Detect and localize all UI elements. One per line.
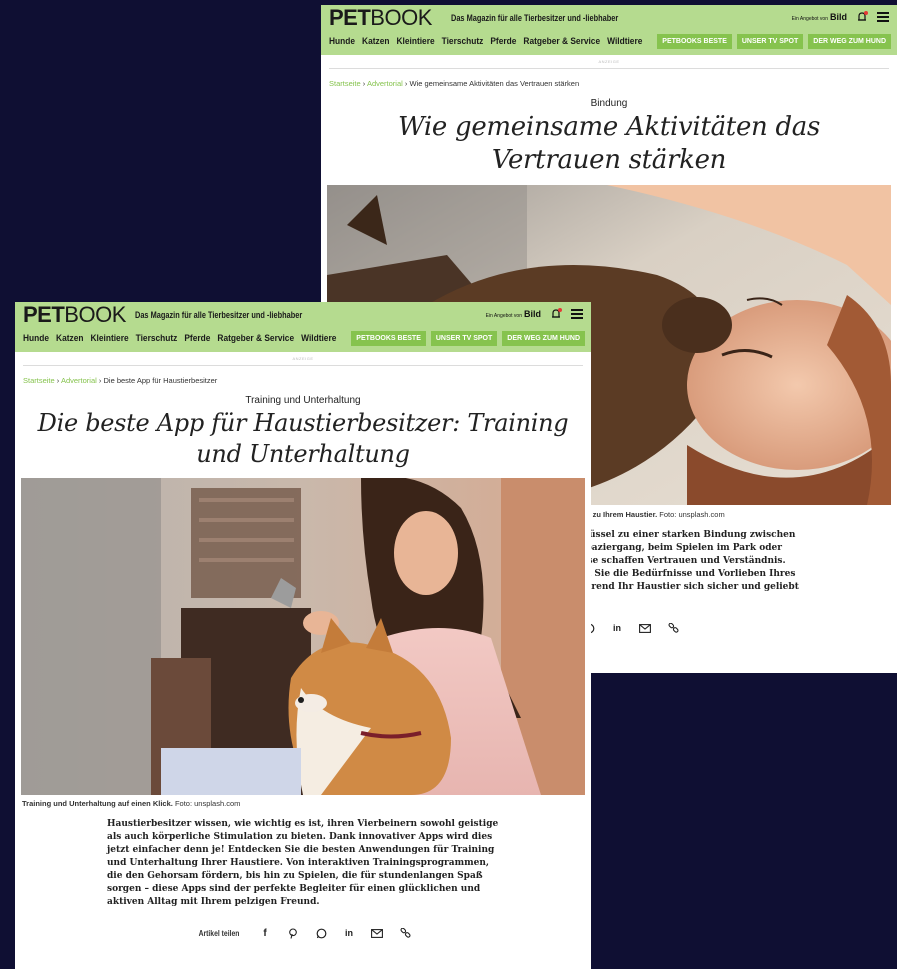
nav-button-petbooks-beste[interactable]: PETBOOKS BESTE	[351, 331, 426, 346]
breadcrumb-link-home[interactable]: Startseite	[329, 79, 361, 88]
breadcrumb-link-home[interactable]: Startseite	[23, 376, 55, 385]
nav-item[interactable]: Wildtiere	[301, 333, 336, 344]
nav-item[interactable]: Tierschutz	[136, 333, 178, 344]
article-lead: hlüssel zu einer starken Bindung zwische…	[579, 530, 799, 592]
nav-item[interactable]: Ratgeber & Service	[523, 36, 600, 47]
nav-button-petbooks-beste[interactable]: PETBOOKS BESTE	[657, 34, 732, 49]
nav-item[interactable]: Kleintiere	[397, 36, 435, 47]
nav-item[interactable]: Pferde	[490, 36, 516, 47]
image-caption: Training und Unterhaltung auf einen Klic…	[22, 799, 241, 808]
article-hero-image	[21, 478, 585, 795]
breadcrumb-current: Die beste App für Haustierbesitzer	[103, 376, 218, 385]
nav-item[interactable]: Pferde	[184, 333, 210, 344]
nav-item[interactable]: Hunde	[329, 36, 355, 47]
article-kicker: Bindung	[590, 98, 628, 109]
article-kicker: Training und Unterhaltung	[245, 395, 361, 406]
ad-divider: ANZEIGE	[23, 352, 583, 366]
article-title: Wie gemeinsame Aktivitäten das Vertrauen…	[397, 112, 821, 175]
bild-logo[interactable]: Ein Angebot von Bild	[486, 309, 541, 319]
petbook-logo[interactable]: PETBOOK	[329, 7, 432, 29]
article-screenshot-front: PETBOOK Das Magazin für alle Tierbesitze…	[15, 302, 591, 969]
main-nav: Hunde Katzen Kleintiere Tierschutz Pferd…	[329, 36, 642, 47]
link-icon[interactable]	[399, 927, 411, 939]
nav-button-weg-zum-hund[interactable]: DER WEG ZUM HUND	[502, 331, 585, 346]
nav-item[interactable]: Katzen	[362, 36, 389, 47]
nav-item[interactable]: Hunde	[23, 333, 49, 344]
site-tagline: Das Magazin für alle Tierbesitzer und -l…	[451, 13, 619, 23]
bell-icon[interactable]	[549, 307, 563, 321]
nav-item[interactable]: Tierschutz	[442, 36, 484, 47]
mail-icon[interactable]	[639, 622, 651, 634]
nav-button-tv-spot[interactable]: UNSER TV SPOT	[736, 34, 804, 49]
breadcrumb-link-advertorial[interactable]: Advertorial	[61, 376, 97, 385]
linkedin-icon[interactable]: in	[343, 927, 355, 939]
menu-icon[interactable]	[571, 309, 583, 319]
share-label: Artikel teilen	[198, 928, 240, 938]
article-lead: Haustierbesitzer wissen, wie wichtig es …	[107, 819, 499, 907]
mail-icon[interactable]	[371, 927, 383, 939]
main-nav: Hunde Katzen Kleintiere Tierschutz Pferd…	[23, 333, 336, 344]
nav-item[interactable]: Wildtiere	[607, 36, 642, 47]
facebook-icon[interactable]: f	[259, 927, 271, 939]
share-bar: Artikel teilen f in	[15, 927, 591, 939]
nav-button-tv-spot[interactable]: UNSER TV SPOT	[430, 331, 498, 346]
menu-icon[interactable]	[877, 12, 889, 22]
breadcrumb-link-advertorial[interactable]: Advertorial	[367, 79, 403, 88]
whatsapp-icon[interactable]	[315, 927, 327, 939]
bell-icon[interactable]	[855, 10, 869, 24]
nav-item[interactable]: Ratgeber & Service	[217, 333, 294, 344]
linkedin-icon[interactable]: in	[611, 622, 623, 634]
nav-button-weg-zum-hund[interactable]: DER WEG ZUM HUND	[808, 34, 891, 49]
site-tagline: Das Magazin für alle Tierbesitzer und -l…	[135, 310, 303, 320]
petbook-logo[interactable]: PETBOOK	[23, 304, 126, 326]
nav-item[interactable]: Katzen	[56, 333, 83, 344]
breadcrumb: Startseite › Advertorial › Wie gemeinsam…	[329, 79, 580, 88]
pinterest-icon[interactable]	[287, 927, 299, 939]
site-header: PETBOOK Das Magazin für alle Tierbesitze…	[321, 5, 897, 55]
nav-item[interactable]: Kleintiere	[91, 333, 129, 344]
site-header: PETBOOK Das Magazin für alle Tierbesitze…	[15, 302, 591, 352]
breadcrumb: Startseite › Advertorial › Die beste App…	[23, 376, 218, 385]
bild-logo[interactable]: Ein Angebot von Bild	[792, 12, 847, 22]
link-icon[interactable]	[667, 622, 679, 634]
ad-divider: ANZEIGE	[329, 55, 889, 69]
article-title: Die beste App für Haustierbesitzer: Trai…	[37, 409, 569, 468]
breadcrumb-current: Wie gemeinsame Aktivitäten das Vertrauen…	[409, 79, 580, 88]
